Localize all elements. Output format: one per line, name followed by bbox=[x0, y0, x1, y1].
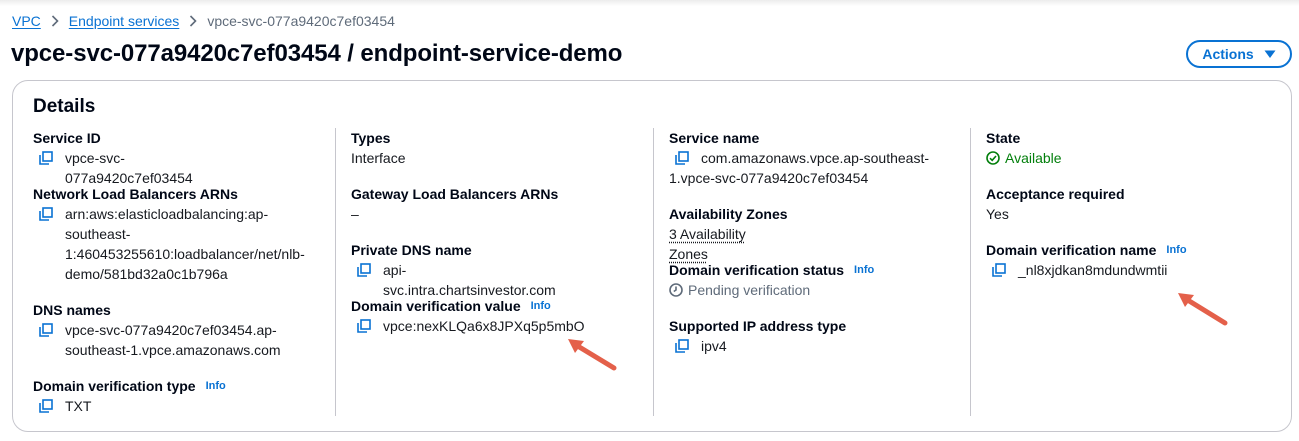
private-dns-value: api-svc.intra.chartsinvestor.com bbox=[383, 262, 556, 298]
domain-verification-name-field: Domain verification name Info _nl8xjdkan… bbox=[986, 240, 1187, 280]
domain-verification-value-field: Domain verification value Info vpce:nexK… bbox=[351, 296, 585, 336]
domain-verification-type-label-text: Domain verification type bbox=[33, 378, 196, 394]
domain-verification-name-label-text: Domain verification name bbox=[986, 242, 1157, 258]
types-field: Types Interface bbox=[351, 128, 405, 168]
domain-verification-status-label: Domain verification status Info bbox=[669, 260, 874, 280]
types-value: Interface bbox=[351, 150, 406, 166]
copy-icon[interactable] bbox=[675, 339, 689, 353]
acceptance-label: Acceptance required bbox=[986, 186, 1125, 202]
info-link[interactable]: Info bbox=[531, 296, 551, 316]
service-id-value: vpce-svc-077a9420c7ef03454 bbox=[65, 150, 193, 186]
copy-icon[interactable] bbox=[39, 323, 53, 337]
copy-icon[interactable] bbox=[357, 319, 371, 333]
info-link[interactable]: Info bbox=[854, 260, 874, 280]
domain-verification-status-label-text: Domain verification status bbox=[669, 262, 845, 278]
supported-ip-value: ipv4 bbox=[701, 338, 727, 354]
nlb-arns-value: arn:aws:elasticloadbalancing:ap- southea… bbox=[65, 204, 305, 284]
service-name-label: Service name bbox=[669, 130, 760, 146]
details-heading: Details bbox=[33, 96, 96, 117]
top-shade bbox=[0, 0, 1299, 6]
state-value: Available bbox=[1005, 150, 1062, 166]
domain-verification-value-value: vpce:nexKLQa6x8JPXq5p5mbO bbox=[383, 318, 585, 334]
dns-names-label: DNS names bbox=[33, 302, 111, 318]
private-dns-label: Private DNS name bbox=[351, 242, 472, 258]
service-id-field: Service ID vpce-svc-077a9420c7ef03454 bbox=[33, 128, 193, 188]
column-divider bbox=[335, 128, 336, 416]
domain-verification-value-label-text: Domain verification value bbox=[351, 298, 521, 314]
nlb-arns-line: demo/581bd32a0c1b796a bbox=[65, 266, 228, 282]
column-divider bbox=[970, 128, 971, 416]
actions-label: Actions bbox=[1202, 46, 1254, 62]
breadcrumb-current: vpce-svc-077a9420c7ef03454 bbox=[207, 13, 395, 29]
breadcrumb-endpoint-services-link[interactable]: Endpoint services bbox=[69, 13, 180, 29]
copy-icon[interactable] bbox=[39, 399, 53, 413]
copy-icon[interactable] bbox=[39, 151, 53, 165]
gwlb-arns-value: – bbox=[351, 206, 359, 222]
info-link[interactable]: Info bbox=[206, 376, 226, 396]
gwlb-arns-field: Gateway Load Balancers ARNs – bbox=[351, 184, 558, 224]
nlb-arns-line: arn:aws:elasticloadbalancing:ap- bbox=[65, 206, 269, 222]
availability-zones-link[interactable]: 3 Availability Zones bbox=[669, 226, 746, 262]
annotation-arrow-icon bbox=[1178, 293, 1228, 326]
availability-zones-label: Availability Zones bbox=[669, 206, 788, 222]
service-id-label: Service ID bbox=[33, 130, 101, 146]
gwlb-arns-label: Gateway Load Balancers ARNs bbox=[351, 186, 559, 202]
caret-down-icon bbox=[1264, 50, 1276, 58]
clock-icon bbox=[669, 283, 683, 297]
domain-verification-name-label: Domain verification name Info bbox=[986, 240, 1187, 260]
domain-verification-value-label: Domain verification value Info bbox=[351, 296, 585, 316]
actions-button[interactable]: Actions bbox=[1186, 40, 1292, 68]
domain-verification-type-label: Domain verification type Info bbox=[33, 376, 226, 396]
copy-icon[interactable] bbox=[39, 207, 53, 221]
info-link[interactable]: Info bbox=[1166, 240, 1186, 260]
copy-icon[interactable] bbox=[992, 263, 1006, 277]
dns-names-value: vpce-svc-077a9420c7ef03454.ap- southeast… bbox=[65, 320, 281, 360]
dns-names-line: vpce-svc-077a9420c7ef03454.ap- bbox=[65, 322, 277, 338]
acceptance-field: Acceptance required Yes bbox=[986, 184, 1125, 224]
copy-icon[interactable] bbox=[357, 263, 371, 277]
nlb-arns-line: southeast- bbox=[65, 226, 131, 242]
domain-verification-name-value: _nl8xjdkan8mdundwmtii bbox=[1018, 262, 1168, 278]
pending-status-text: Pending verification bbox=[688, 282, 811, 298]
page-title: vpce-svc-077a9420c7ef03454 / endpoint-se… bbox=[11, 40, 623, 67]
dns-names-field: DNS names vpce-svc-077a9420c7ef03454.ap-… bbox=[33, 300, 281, 360]
private-dns-field: Private DNS name api-svc.intra.chartsinv… bbox=[351, 240, 556, 300]
copy-icon[interactable] bbox=[675, 151, 689, 165]
supported-ip-label: Supported IP address type bbox=[669, 318, 847, 334]
chevron-right-icon bbox=[51, 15, 59, 27]
check-circle-icon bbox=[986, 151, 1000, 165]
service-name-line: com.amazonaws.vpce.ap-southeast- bbox=[701, 150, 929, 166]
availability-zones-field: Availability Zones 3 Availability Zones bbox=[669, 204, 788, 264]
domain-verification-type-value: TXT bbox=[65, 398, 92, 414]
column-divider bbox=[653, 128, 654, 416]
nlb-arns-label: Network Load Balancers ARNs bbox=[33, 186, 238, 202]
supported-ip-field: Supported IP address type ipv4 bbox=[669, 316, 846, 356]
annotation-arrow-icon bbox=[568, 339, 617, 371]
available-status: Available bbox=[986, 148, 1062, 168]
service-name-field: Service name com.amazonaws.vpce.ap-south… bbox=[669, 128, 929, 188]
nlb-arns-line: 1:460453255610:loadbalancer/net/nlb- bbox=[65, 246, 305, 262]
nlb-arns-field: Network Load Balancers ARNs arn:aws:elas… bbox=[33, 184, 305, 284]
acceptance-value: Yes bbox=[986, 206, 1009, 222]
state-label: State bbox=[986, 130, 1021, 146]
domain-verification-type-field: Domain verification type Info TXT bbox=[33, 376, 226, 416]
dns-names-line: southeast-1.vpce.amazonaws.com bbox=[65, 342, 281, 358]
types-label: Types bbox=[351, 130, 391, 146]
chevron-right-icon bbox=[189, 15, 197, 27]
service-name-line: 1.vpce-svc-077a9420c7ef03454 bbox=[669, 170, 869, 186]
pending-status: Pending verification bbox=[669, 280, 874, 300]
breadcrumb-vpc-link[interactable]: VPC bbox=[12, 13, 41, 29]
breadcrumb: VPC Endpoint services vpce-svc-077a9420c… bbox=[12, 13, 395, 29]
state-field: State Available bbox=[986, 128, 1062, 168]
domain-verification-status-field: Domain verification status Info Pending … bbox=[669, 260, 874, 300]
details-card: Details Service ID vpce-svc-077a9420c7ef… bbox=[12, 80, 1292, 432]
